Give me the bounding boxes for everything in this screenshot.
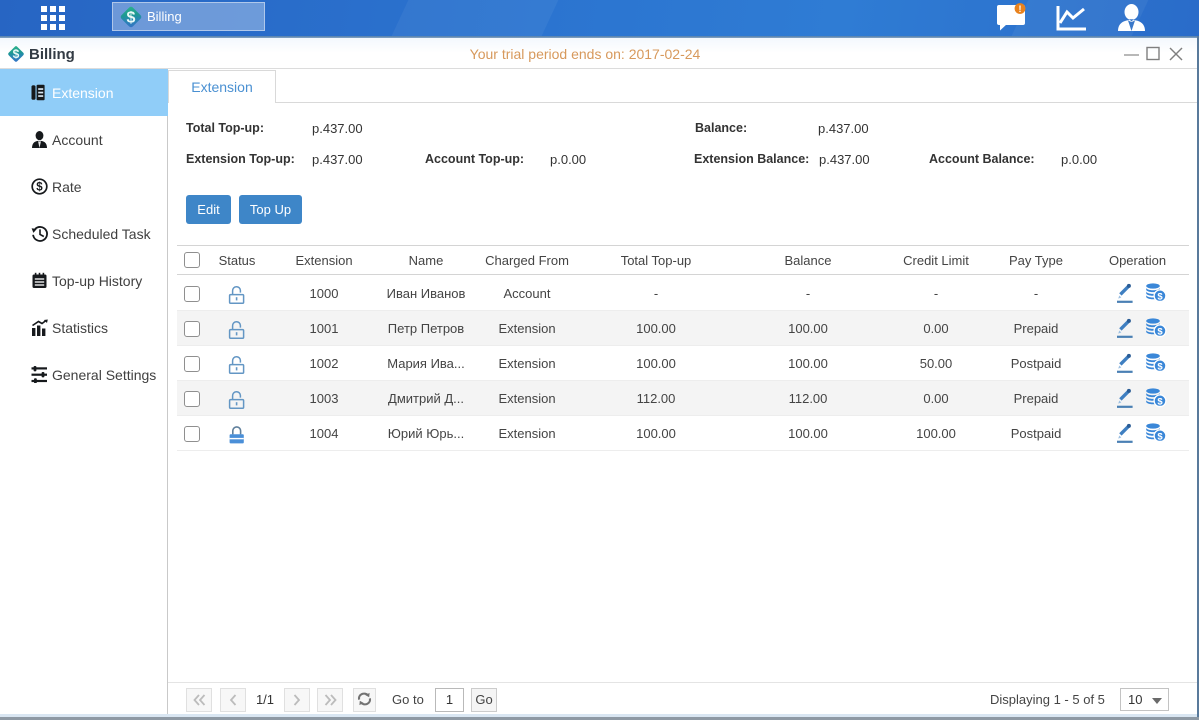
svg-text:$: $ [1157, 396, 1163, 407]
svg-text:!: ! [1019, 4, 1022, 14]
svg-text:$: $ [1157, 361, 1163, 372]
svg-text:$: $ [36, 182, 43, 194]
svg-text:$: $ [127, 9, 136, 26]
svg-text:$: $ [1157, 431, 1163, 442]
svg-text:$: $ [1157, 326, 1163, 337]
svg-text:$: $ [1157, 291, 1163, 302]
